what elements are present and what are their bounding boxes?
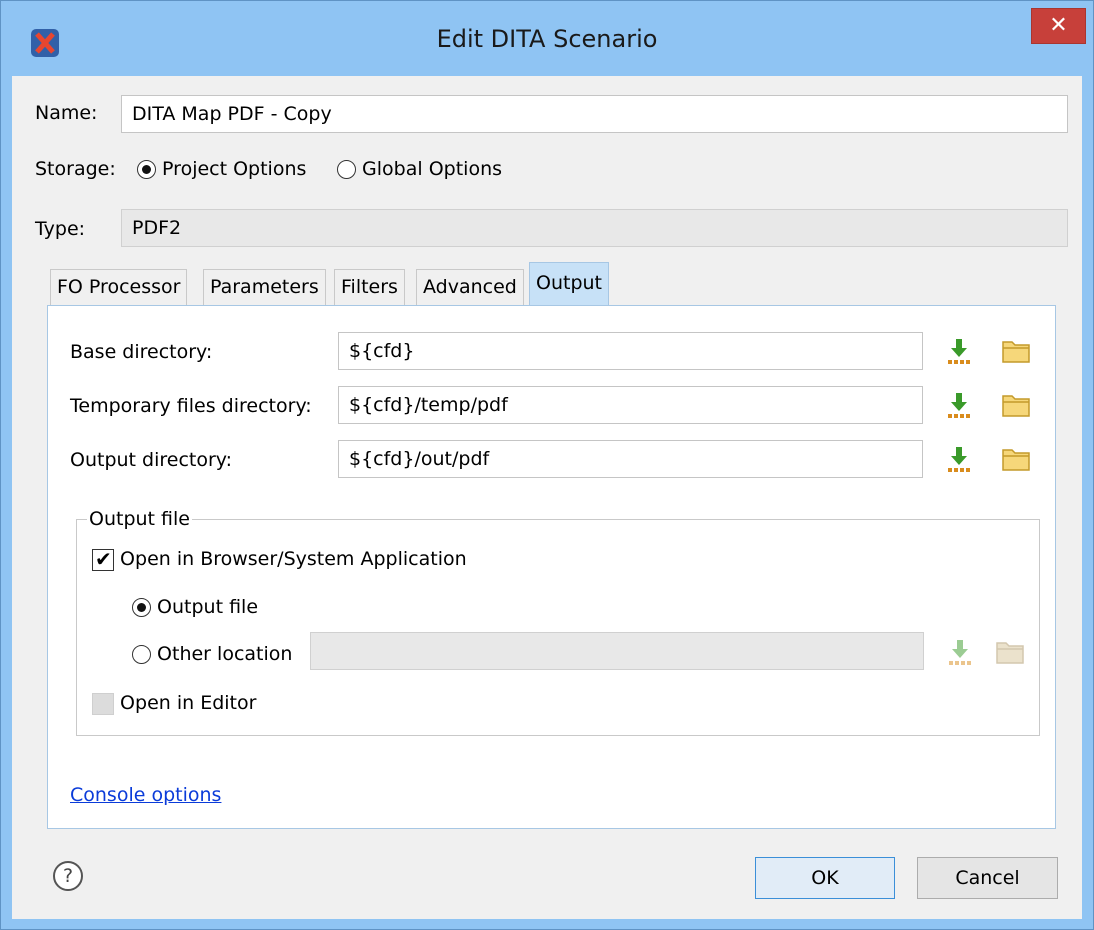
open-browser-checkbox[interactable]: ✔ Open in Browser/System Application	[92, 547, 467, 571]
insert-editor-variables-icon[interactable]	[944, 636, 976, 668]
other-location-label: Other location	[157, 643, 293, 665]
help-icon[interactable]: ?	[53, 861, 83, 891]
tab-parameters[interactable]: Parameters	[203, 269, 326, 305]
window-title: Edit DITA Scenario	[436, 25, 658, 53]
insert-editor-variables-icon[interactable]	[943, 335, 975, 367]
checkbox-checked-icon: ✔	[92, 547, 114, 571]
tab-fo-processor[interactable]: FO Processor	[50, 269, 188, 305]
tab-advanced[interactable]: Advanced	[416, 269, 524, 305]
ok-button[interactable]: OK	[755, 857, 895, 899]
storage-project-radio[interactable]: Project Options	[137, 158, 306, 180]
name-input[interactable]: DITA Map PDF - Copy	[121, 95, 1068, 133]
tab-filters[interactable]: Filters	[334, 269, 405, 305]
storage-global-radio[interactable]: Global Options	[337, 158, 502, 180]
open-browser-label: Open in Browser/System Application	[120, 548, 467, 570]
folder-browse-icon[interactable]	[1000, 443, 1032, 475]
storage-project-label: Project Options	[162, 158, 307, 180]
dialog-window: Edit DITA Scenario ✕ Name: DITA Map PDF …	[0, 0, 1094, 930]
folder-browse-icon[interactable]	[1000, 335, 1032, 367]
output-directory-label: Output directory:	[70, 449, 233, 471]
name-label: Name:	[35, 102, 98, 124]
storage-global-label: Global Options	[362, 158, 503, 180]
base-directory-label: Base directory:	[70, 341, 213, 363]
temp-directory-label: Temporary files directory:	[70, 395, 312, 417]
insert-editor-variables-icon[interactable]	[943, 443, 975, 475]
tab-output[interactable]: Output	[529, 262, 609, 306]
close-button[interactable]: ✕	[1031, 8, 1086, 44]
close-icon: ✕	[1049, 13, 1068, 38]
type-field: PDF2	[121, 209, 1068, 247]
output-file-group-title: Output file	[87, 508, 192, 530]
console-options-link[interactable]: Console options	[70, 784, 221, 806]
folder-browse-icon[interactable]	[1000, 389, 1032, 421]
other-location-input[interactable]	[310, 632, 924, 670]
output-file-radio[interactable]: Output file	[132, 596, 258, 618]
insert-editor-variables-icon[interactable]	[943, 389, 975, 421]
folder-browse-icon[interactable]	[994, 636, 1026, 668]
storage-label: Storage:	[35, 158, 116, 180]
open-editor-checkbox[interactable]: Open in Editor	[92, 692, 256, 715]
output-directory-input[interactable]: ${cfd}/out/pdf	[338, 440, 923, 478]
cancel-button[interactable]: Cancel	[917, 857, 1058, 899]
open-editor-label: Open in Editor	[120, 692, 257, 714]
radio-selected-icon	[137, 160, 156, 179]
radio-empty-icon	[132, 645, 151, 664]
checkbox-unchecked-icon	[92, 692, 114, 715]
output-tab-panel: Base directory: ${cfd} Temporary files d…	[47, 305, 1056, 829]
other-location-radio[interactable]: Other location	[132, 643, 292, 665]
dialog-body: Name: DITA Map PDF - Copy Storage: Proje…	[12, 76, 1082, 919]
base-directory-input[interactable]: ${cfd}	[338, 332, 923, 370]
type-label: Type:	[35, 218, 86, 240]
radio-empty-icon	[337, 160, 356, 179]
output-file-radio-label: Output file	[157, 596, 259, 618]
title-bar[interactable]: Edit DITA Scenario ✕	[1, 1, 1093, 76]
temp-directory-input[interactable]: ${cfd}/temp/pdf	[338, 386, 923, 424]
output-file-group: Output file ✔ Open in Browser/System App…	[76, 508, 1040, 736]
radio-selected-icon	[132, 598, 151, 617]
